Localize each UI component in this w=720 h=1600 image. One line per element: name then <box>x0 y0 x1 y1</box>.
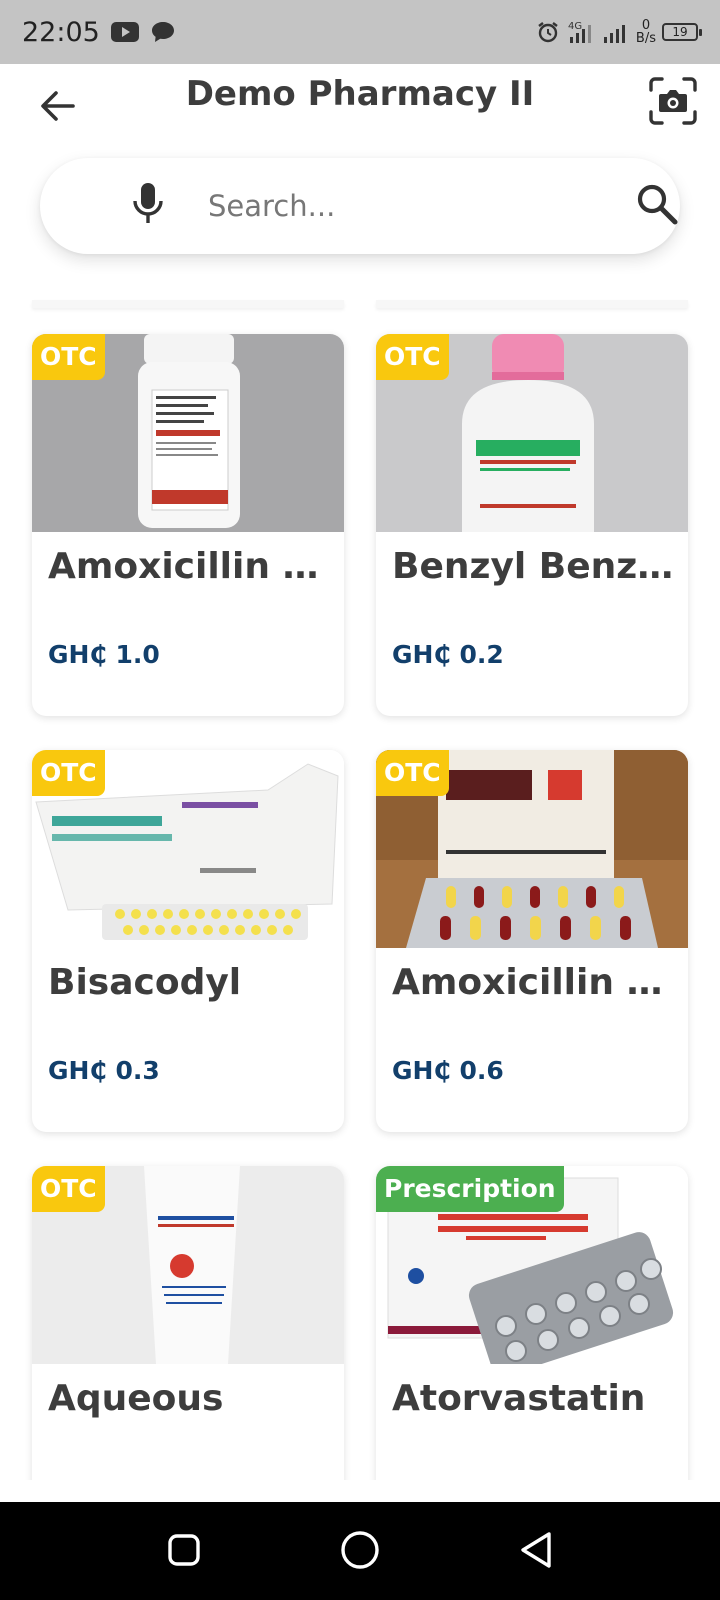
otc-badge: OTC <box>376 334 449 380</box>
product-price: GH₵ 1.0 <box>48 640 160 669</box>
voice-search-button[interactable] <box>120 180 176 232</box>
recent-apps-icon <box>166 1532 202 1572</box>
alarm-icon <box>536 20 560 44</box>
product-grid: OTC Amoxicillin +... GH₵ 1.0 OTC Benzyl … <box>0 300 720 1480</box>
battery-icon: 19 <box>662 23 702 41</box>
product-price: GH₵ 0.2 <box>392 640 504 669</box>
product-name: Atorvastatin <box>392 1378 646 1419</box>
otc-badge: OTC <box>32 334 105 380</box>
page-title: Demo Pharmacy II <box>185 74 535 114</box>
status-time: 22:05 <box>22 16 100 48</box>
product-card[interactable]: OTC Benzyl Benz... GH₵ 0.2 <box>376 334 688 716</box>
search-button[interactable] <box>628 178 686 234</box>
product-image: OTC <box>32 750 344 948</box>
product-name: Amoxicillin +... <box>48 546 334 587</box>
product-name: Aqueous <box>48 1378 224 1419</box>
recent-apps-button[interactable] <box>156 1526 212 1578</box>
product-card[interactable]: OTC Amoxicillin +... GH₵ 1.0 <box>32 334 344 716</box>
otc-badge: OTC <box>32 750 105 796</box>
product-image: OTC <box>376 750 688 948</box>
app-header: Demo Pharmacy II <box>0 64 720 144</box>
chat-icon <box>150 20 176 44</box>
product-card[interactable]: OTC Bisacodyl GH₵ 0.3 <box>32 750 344 1132</box>
network-speed: 0 B/s <box>636 19 656 45</box>
product-card[interactable]: Prescription Atorvastatin <box>376 1166 688 1480</box>
product-image: OTC <box>376 334 688 532</box>
youtube-icon <box>110 21 140 43</box>
search-bar <box>40 158 680 254</box>
product-image: OTC <box>32 1166 344 1364</box>
product-card[interactable]: OTC Amoxicillin C... GH₵ 0.6 <box>376 750 688 1132</box>
signal-icon <box>602 20 630 44</box>
product-image: Prescription <box>376 1166 688 1364</box>
camera-scan-button[interactable] <box>644 74 702 132</box>
svg-text:4G: 4G <box>568 21 582 32</box>
product-price: GH₵ 0.6 <box>392 1056 504 1085</box>
back-triangle-icon <box>517 1530 555 1574</box>
system-navigation-bar <box>0 1502 720 1600</box>
search-icon <box>635 182 679 230</box>
otc-badge: OTC <box>32 1166 105 1212</box>
status-bar: 22:05 4G 0 B/s 19 <box>0 0 720 64</box>
otc-badge: OTC <box>376 750 449 796</box>
home-icon <box>339 1529 381 1575</box>
signal-4g-icon: 4G <box>566 19 596 45</box>
product-price: GH₵ 0.3 <box>48 1056 160 1085</box>
battery-level: 19 <box>672 25 688 39</box>
product-name: Amoxicillin C... <box>392 962 678 1003</box>
network-speed-unit: B/s <box>635 31 656 46</box>
product-name: Benzyl Benz... <box>392 546 678 587</box>
camera-icon <box>648 76 698 130</box>
search-input[interactable] <box>208 182 608 230</box>
product-card[interactable]: OTC Aqueous <box>32 1166 344 1480</box>
microphone-icon <box>130 181 166 231</box>
product-image: OTC <box>32 334 344 532</box>
product-name: Bisacodyl <box>48 962 242 1003</box>
prescription-badge: Prescription <box>376 1166 564 1212</box>
home-button[interactable] <box>332 1526 388 1578</box>
system-back-button[interactable] <box>508 1526 564 1578</box>
